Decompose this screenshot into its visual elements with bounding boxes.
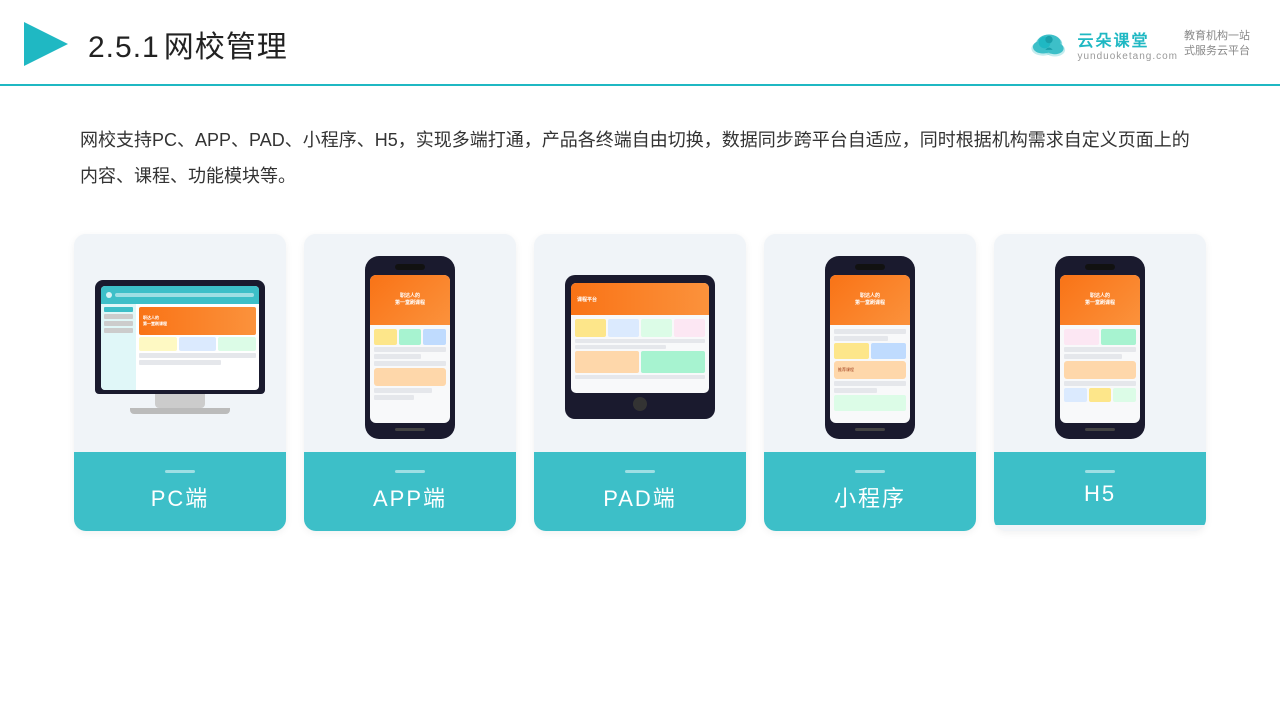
card-h5-image: 职达人的第一堂刷课程 <box>994 234 1206 452</box>
card-pc-image: 职达人的第一堂刷课程 <box>74 234 286 452</box>
logo-area: 云朵课堂 yunduoketang.com 教育机构一站式服务云平台 <box>1027 27 1250 62</box>
card-app: 职达人的第一堂刷课程 <box>304 234 516 531</box>
card-pad-image: 课程平台 <box>534 234 746 452</box>
card-pad: 课程平台 <box>534 234 746 531</box>
header-left: 2.5.1网校管理 <box>20 18 288 70</box>
card-miniprogram-label: 小程序 <box>764 452 976 531</box>
card-h5-label: H5 <box>994 452 1206 525</box>
phone-mockup-app: 职达人的第一堂刷课程 <box>365 256 455 439</box>
card-pc: 职达人的第一堂刷课程 <box>74 234 286 531</box>
card-miniprogram: 职达人的第一堂刷课程 推荐课程 <box>764 234 976 531</box>
logo-tagline: 教育机构一站式服务云平台 <box>1184 29 1250 60</box>
tablet-mockup: 课程平台 <box>565 275 715 419</box>
page-header: 2.5.1网校管理 云朵课堂 yunduoketang.com 教育机构一 <box>0 0 1280 86</box>
card-miniprogram-image: 职达人的第一堂刷课程 推荐课程 <box>764 234 976 452</box>
card-h5: 职达人的第一堂刷课程 <box>994 234 1206 531</box>
phone-mockup-mini: 职达人的第一堂刷课程 推荐课程 <box>825 256 915 439</box>
cards-container: 职达人的第一堂刷课程 <box>0 214 1280 561</box>
logo-cloud: 云朵课堂 yunduoketang.com 教育机构一站式服务云平台 <box>1027 27 1250 62</box>
cloud-icon <box>1027 28 1071 60</box>
card-app-image: 职达人的第一堂刷课程 <box>304 234 516 452</box>
card-pad-label: PAD端 <box>534 452 746 531</box>
card-app-label: APP端 <box>304 452 516 531</box>
phone-mockup-h5: 职达人的第一堂刷课程 <box>1055 256 1145 439</box>
play-icon <box>20 18 72 70</box>
logo-text-cn: 云朵课堂 yunduoketang.com <box>1077 27 1178 62</box>
card-pc-label: PC端 <box>74 452 286 531</box>
description-text: 网校支持PC、APP、PAD、小程序、H5，实现多端打通，产品各终端自由切换，数… <box>0 86 1280 214</box>
page-title: 2.5.1网校管理 <box>88 22 288 66</box>
pc-mockup: 职达人的第一堂刷课程 <box>95 280 265 414</box>
